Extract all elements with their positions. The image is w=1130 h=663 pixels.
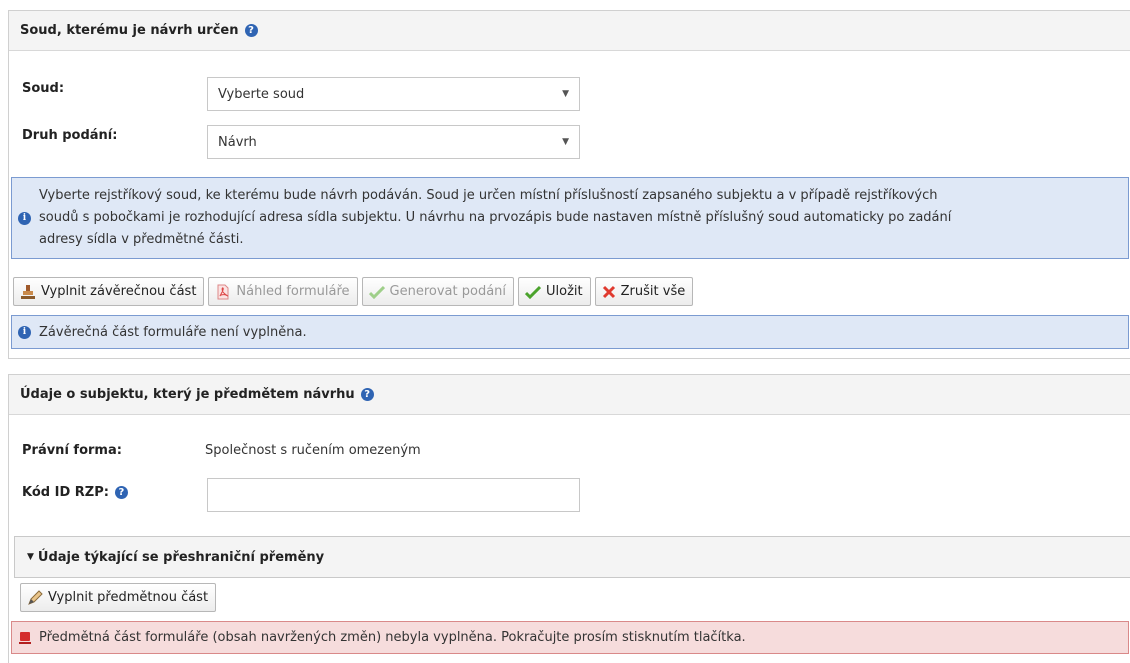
cross-icon: [602, 285, 616, 299]
info-icon: i: [18, 325, 31, 339]
court-select-value: Vyberte soud: [218, 86, 305, 102]
court-panel: Soud, kterému je návrh určen ? Soud: Vyb…: [8, 10, 1130, 359]
rzp-row: Kód ID RZP: ?: [22, 485, 128, 500]
save-button[interactable]: Uložit: [518, 277, 591, 306]
subject-part-error: Předmětná část formuláře (obsah navržený…: [11, 621, 1129, 654]
final-part-status: i Závěrečná část formuláře není vyplněna…: [11, 315, 1129, 349]
generate-submission-button[interactable]: Generovat podání: [361, 277, 515, 306]
help-icon[interactable]: ?: [244, 24, 258, 37]
subject-panel: Údaje o subjektu, který je předmětem náv…: [8, 374, 1130, 663]
chevron-down-icon: ▼: [562, 137, 569, 147]
rzp-label: Kód ID RZP:: [22, 485, 109, 500]
filing-type-select[interactable]: Návrh ▼: [207, 125, 580, 159]
subject-panel-header: Údaje o subjektu, který je předmětem náv…: [9, 375, 1130, 415]
legal-form-label: Právní forma:: [22, 443, 122, 458]
filing-type-label: Druh podání:: [22, 128, 118, 143]
pdf-icon: [215, 284, 231, 300]
form-preview-button[interactable]: Náhled formuláře: [208, 277, 358, 306]
court-label: Soud:: [22, 81, 65, 96]
filing-type-select-value: Návrh: [218, 134, 257, 150]
court-select[interactable]: Vyberte soud ▼: [207, 77, 580, 111]
legal-form-row: Právní forma: Společnost s ručením omeze…: [22, 443, 421, 458]
fill-subject-part-button[interactable]: Vyplnit předmětnou část: [20, 583, 217, 612]
chevron-down-icon: ▼: [562, 89, 569, 99]
cross-border-section-header[interactable]: ▼ Údaje týkající se přeshraniční přeměny: [14, 536, 1130, 578]
check-icon: [368, 285, 385, 299]
help-icon[interactable]: ?: [360, 388, 374, 401]
info-icon: i: [18, 211, 31, 225]
alert-icon: [19, 631, 31, 645]
legal-form-value: Společnost s ručením omezeným: [205, 443, 421, 458]
cancel-all-button[interactable]: Zrušit vše: [594, 277, 694, 306]
court-panel-title: Soud, kterému je návrh určen: [20, 23, 239, 38]
court-info-box: i Vyberte rejstříkový soud, ke kterému b…: [11, 177, 1129, 259]
court-panel-header: Soud, kterému je návrh určen ?: [9, 11, 1130, 51]
help-icon[interactable]: ?: [114, 486, 128, 499]
filing-type-row: Druh podání:: [22, 128, 207, 143]
pencil-icon: [27, 589, 43, 606]
subject-panel-title: Údaje o subjektu, který je předmětem náv…: [20, 387, 355, 402]
rzp-code-input[interactable]: [207, 478, 580, 512]
chevron-down-icon: ▼: [27, 552, 34, 562]
court-toolbar: Vyplnit závěrečnou část Náhled formuláře…: [13, 277, 694, 306]
fill-final-part-button[interactable]: Vyplnit závěrečnou část: [13, 277, 205, 306]
court-info-text: Vyberte rejstříkový soud, ke kterému bud…: [39, 188, 952, 247]
court-row: Soud:: [22, 81, 207, 96]
check-icon: [525, 285, 542, 299]
stamp-icon: [20, 284, 36, 300]
